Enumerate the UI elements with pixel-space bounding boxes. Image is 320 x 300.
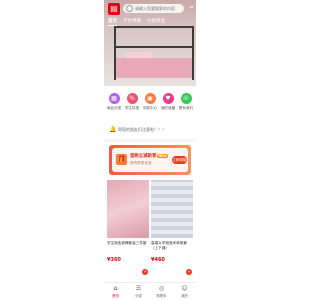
product-card[interactable]: 高端大学宿舍床单被套（上下铺） ¥460 + <box>151 180 193 282</box>
quick-entry-contact[interactable]: ☏ 联系我们 <box>177 92 195 120</box>
quick-entry-label: 商品分类 <box>106 106 122 110</box>
product-image[interactable] <box>107 180 149 238</box>
nav-profile[interactable]: ☺ 我的 <box>173 283 196 300</box>
heart-icon: ♥ <box>162 93 174 104</box>
claim-coupon-button[interactable]: 立即领取 <box>172 156 187 164</box>
goods-grid: 学生宿舍被褥套装三件套 ¥360 + 高端大学宿舍床单被套（上下铺） ¥460 … <box>107 180 193 282</box>
coupon-card: 🎁 首购立减新享 NEW 首购享受优惠 立即领取 <box>112 148 188 172</box>
nav-label: 购物车 <box>156 294 167 298</box>
coupon-title: 首购立减新享 NEW <box>130 153 168 159</box>
product-image[interactable] <box>151 180 193 238</box>
product-card[interactable]: 学生宿舍被褥套装三件套 ¥360 + <box>107 180 149 282</box>
quick-entry-favorites[interactable]: ♥ 我的收藏 <box>159 92 177 120</box>
quick-entry-student-deals[interactable]: % 学生特惠 <box>123 92 141 120</box>
discount-icon: % <box>126 93 138 104</box>
product-name: 学生宿舍被褥套装三件套 <box>107 241 147 245</box>
nav-cart[interactable]: ◎ 购物车 <box>150 283 173 300</box>
user-icon: ☺ <box>181 285 188 292</box>
quick-entry-label: 学生特惠 <box>124 106 140 110</box>
bed-rail <box>114 46 194 48</box>
top-tabs: 首页 学生特惠 分类商品 <box>108 18 165 26</box>
search-icon <box>126 5 133 12</box>
notice-bar[interactable]: 🔔 寄宿的朋友们注意啦！！！ <box>109 125 191 135</box>
add-to-cart-icon[interactable]: + <box>142 269 148 275</box>
nav-label: 分类 <box>135 294 142 298</box>
bell-icon: 🔔 <box>109 126 117 133</box>
quick-entry-label: 联系我们 <box>178 106 194 110</box>
phone-icon: ☏ <box>180 93 192 104</box>
mobile-app-frame: ▤ ⌗ 首页 学生特惠 分类商品 ▦ 商品分类 % 学生特惠 ▣ 领券中心 ♥ … <box>104 0 196 300</box>
coupon-subtitle: 首购享受优惠 <box>130 161 152 165</box>
add-to-cart-icon[interactable]: + <box>186 269 192 275</box>
tab-home[interactable]: 首页 <box>108 18 117 26</box>
quick-entry-grid: ▦ 商品分类 % 学生特惠 ▣ 领券中心 ♥ 我的收藏 ☏ 联系我们 <box>104 92 196 120</box>
category-icon: ☰ <box>135 285 142 292</box>
home-icon: ⌂ <box>113 285 118 292</box>
nav-label: 首页 <box>112 294 119 298</box>
product-price: ¥460 <box>151 257 165 263</box>
app-logo: ▤ <box>108 3 120 15</box>
nav-home[interactable]: ⌂ 首页 <box>104 283 127 300</box>
product-price: ¥360 <box>107 257 121 263</box>
nav-label: 我的 <box>181 294 188 298</box>
cart-icon: ◎ <box>158 285 165 292</box>
mattress <box>116 58 192 78</box>
product-name: 高端大学宿舍床单被套（上下铺） <box>151 241 187 250</box>
coupon-banner[interactable]: 🎁 首购立减新享 NEW 首购享受优惠 立即领取 <box>109 145 191 175</box>
quick-entry-coupons[interactable]: ▣ 领券中心 <box>141 92 159 120</box>
section-divider <box>104 139 196 142</box>
notice-text: 寄宿的朋友们注意啦！！！ <box>118 127 166 132</box>
quick-entry-label: 我的收藏 <box>160 106 176 110</box>
tab-category-goods[interactable]: 分类商品 <box>147 18 165 26</box>
new-badge: NEW <box>157 153 168 158</box>
tab-student-deals[interactable]: 学生特惠 <box>123 18 141 26</box>
search-input[interactable] <box>133 4 183 13</box>
coupon-title-text: 首购立减新享 <box>130 154 157 159</box>
nav-category[interactable]: ☰ 分类 <box>127 283 150 300</box>
gift-icon: 🎁 <box>116 154 127 165</box>
coupon-icon: ▣ <box>144 93 156 104</box>
bottom-navigation: ⌂ 首页 ☰ 分类 ◎ 购物车 ☺ 我的 <box>104 282 196 300</box>
search-bar[interactable] <box>123 4 184 13</box>
grid-icon: ▦ <box>108 93 120 104</box>
quick-entry-category[interactable]: ▦ 商品分类 <box>105 92 123 120</box>
bunk-bed-image <box>114 26 194 80</box>
quick-entry-label: 领券中心 <box>142 106 158 110</box>
scan-icon[interactable]: ⌗ <box>188 4 195 12</box>
